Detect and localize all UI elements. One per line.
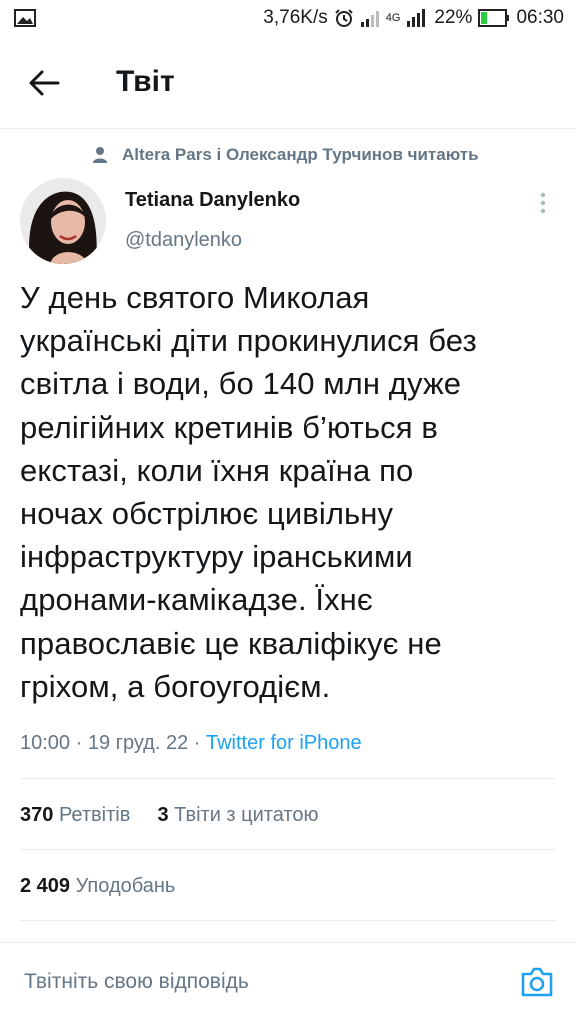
author-handle[interactable]: @tdanylenko (125, 229, 242, 252)
tweet-meta: 10:00 · 19 груд. 22 · Twitter for iPhone (20, 732, 362, 755)
network-type: 4G (385, 12, 401, 24)
quotes-count: 3 (157, 804, 169, 826)
signal-icon (360, 11, 379, 27)
network-speed: 3,76K/s (263, 7, 328, 28)
tweet-line: дронами-камікадзе. Їхнє (20, 582, 373, 618)
battery-icon (478, 9, 510, 27)
likes-label: Уподобань (75, 875, 176, 897)
app-header: Твіт (0, 38, 576, 129)
retweets-label: Ретвітів (58, 804, 131, 826)
back-arrow-icon[interactable] (26, 68, 62, 98)
divider (20, 778, 556, 779)
status-bar: 3,76K/s 4G 22% 06:30 (0, 0, 576, 38)
tweet-time: 10:00 (20, 732, 71, 754)
quotes-stat[interactable]: 3 Твіти з цитатою (157, 804, 318, 826)
retweets-stat[interactable]: 370 Ретвітів (20, 804, 130, 826)
avatar-photo (20, 178, 106, 264)
tweet-line: екстазі, коли їхня країна по (20, 452, 414, 488)
divider (20, 849, 556, 850)
author-name[interactable]: Tetiana Danylenko (125, 189, 300, 212)
tweet-line: інфраструктуру іранськими (20, 539, 413, 575)
camera-icon[interactable] (520, 966, 554, 998)
image-notification-icon (14, 9, 36, 27)
social-context[interactable]: Altera Pars і Олександр Турчинов читають (92, 145, 479, 165)
signal-icon-2 (407, 9, 426, 27)
more-options-icon[interactable] (533, 190, 553, 218)
alarm-icon (335, 9, 353, 27)
likes-stat[interactable]: 2 409 Уподобань (20, 875, 175, 898)
meta-separator: · (75, 732, 88, 754)
page-title: Твіт (116, 65, 175, 98)
quotes-label: Твіти з цитатою (174, 804, 319, 826)
reply-bar-border (0, 942, 576, 943)
battery-percent: 22% (434, 7, 473, 28)
tweet-line: українські діти прокинулися без (20, 323, 477, 359)
social-context-text: Altera Pars і Олександр Турчинов читають (122, 145, 479, 164)
tweet-line: У день святого Миколая (20, 280, 370, 315)
likes-count: 2 409 (20, 875, 71, 897)
tweet-line: православіє це кваліфікує не (20, 625, 442, 661)
divider (20, 920, 556, 921)
reply-input[interactable]: Твітніть свою відповідь (24, 970, 249, 994)
tweet-text: У день святого Миколая українські діти п… (20, 276, 560, 708)
person-icon (93, 147, 107, 163)
avatar[interactable] (20, 178, 106, 264)
retweets-count: 370 (20, 804, 54, 826)
clock: 06:30 (516, 7, 564, 28)
tweet-line: ночах обстрілює цивільну (20, 496, 394, 532)
meta-separator: · (193, 732, 206, 754)
retweet-stats-row: 370 Ретвітів 3 Твіти з цитатою (20, 804, 318, 827)
tweet-line: світла і води, бо 140 млн дуже (20, 366, 462, 402)
tweet-date: 19 груд. 22 (87, 732, 189, 754)
tweet-line: гріхом, а богоугодієм. (20, 668, 331, 704)
tweet-line: релігійних кретинів б’ються в (20, 409, 438, 445)
tweet-source-link[interactable]: Twitter for iPhone (206, 732, 362, 754)
